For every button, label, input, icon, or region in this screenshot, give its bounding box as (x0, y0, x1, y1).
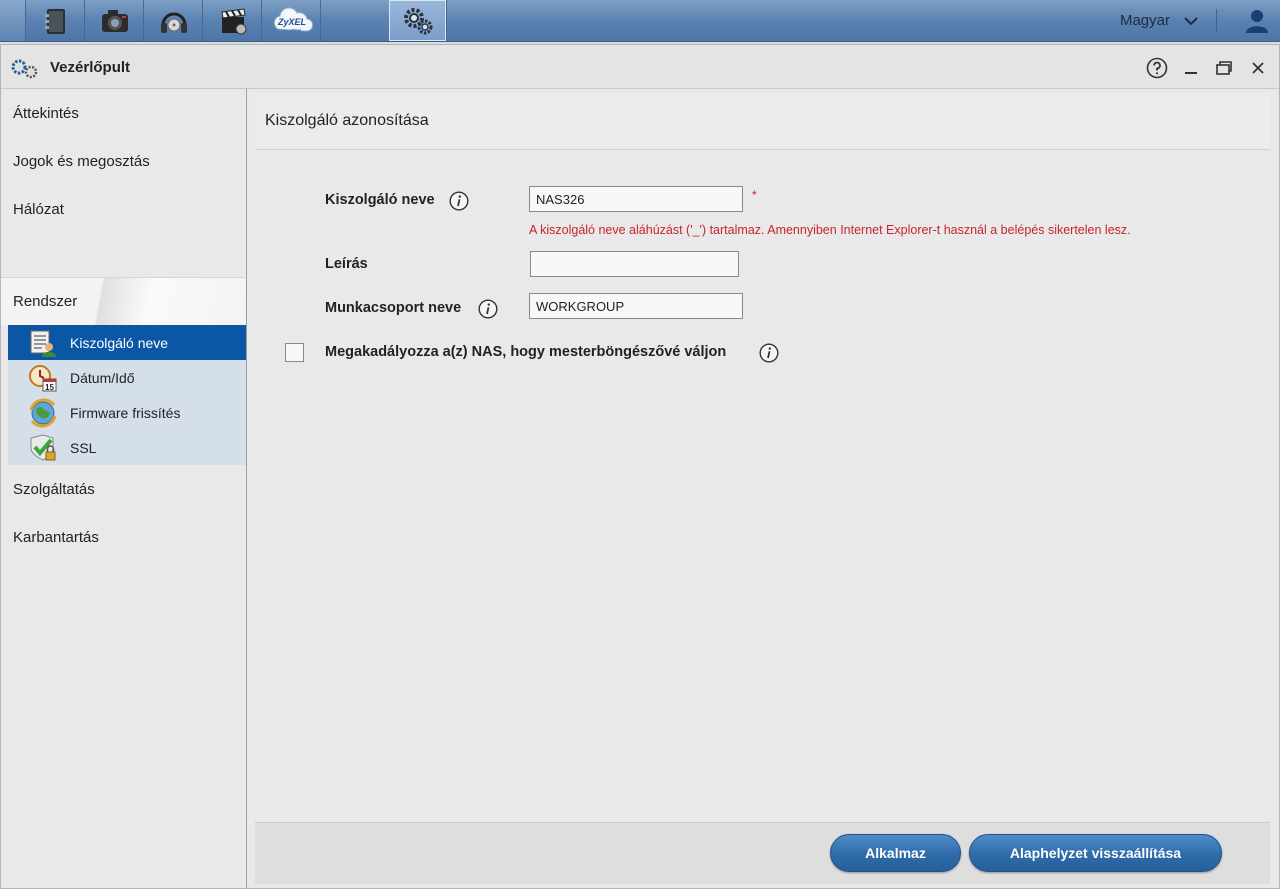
maximize-button[interactable] (1213, 57, 1235, 79)
workgroup-label: Munkacsoport neve (325, 300, 462, 316)
server-name-icon (30, 330, 56, 357)
control-panel-app-button[interactable] (389, 0, 447, 41)
music-app-button[interactable] (145, 0, 203, 41)
user-account-button[interactable] (1234, 0, 1280, 41)
workgroup-input[interactable] (529, 293, 743, 319)
sidebar-item-label: Hálózat (13, 200, 64, 218)
zyxel-cloud-app-button[interactable]: ZyXEL cloud (263, 0, 321, 41)
help-button[interactable] (1146, 57, 1168, 79)
sidebar-item-system[interactable]: Rendszer (1, 277, 246, 325)
window-titlebar: Vezérlőpult (1, 45, 1279, 89)
sidebar-item-label: Jogok és megosztás (13, 152, 150, 170)
system-submenu: Kiszolgáló neve 15 Dátum/Idő Firmware fr… (8, 325, 246, 465)
submenu-item-label: Kiszolgáló neve (70, 334, 169, 351)
sidebar-item-label: Áttekintés (13, 104, 79, 122)
top-app-bar: ZyXEL cloud Magyar (0, 0, 1280, 42)
svg-text:cloud: cloud (291, 27, 301, 32)
info-icon[interactable] (449, 191, 469, 211)
sidebar-item-overview[interactable]: Áttekintés (1, 89, 246, 137)
description-input[interactable] (530, 251, 739, 277)
user-icon (1246, 9, 1268, 33)
control-panel-window: Vezérlőpult Áttekintés Jogok és megosztá… (0, 44, 1280, 889)
server-name-label: Kiszolgáló neve (325, 192, 435, 208)
file-browser-app-button[interactable] (27, 0, 85, 41)
photo-app-button[interactable] (86, 0, 144, 41)
required-marker: * (752, 188, 757, 202)
close-icon (1252, 62, 1264, 74)
sidebar-item-network[interactable]: Hálózat (1, 185, 246, 233)
camera-icon (101, 9, 128, 32)
svg-text:ZyXEL: ZyXEL (276, 17, 305, 27)
submenu-item-date-time[interactable]: 15 Dátum/Idő (8, 360, 246, 395)
submenu-item-server-name[interactable]: Kiszolgáló neve (8, 325, 246, 360)
sidebar-item-label: Szolgáltatás (13, 480, 95, 498)
sidebar-item-label: Karbantartás (13, 528, 99, 546)
phone-book-icon (44, 8, 65, 34)
language-selector[interactable]: Magyar (1120, 0, 1198, 41)
topbar-divider (1216, 9, 1217, 33)
info-icon[interactable] (478, 299, 498, 319)
submenu-item-label: Firmware frissítés (70, 404, 181, 421)
description-label: Leírás (325, 256, 368, 272)
sidebar-item-services[interactable]: Szolgáltatás (1, 465, 246, 513)
ssl-shield-icon (30, 434, 56, 461)
svg-text:15: 15 (45, 383, 54, 392)
master-browser-checkbox[interactable] (285, 343, 304, 362)
section-title: Kiszolgáló azonosítása (255, 93, 1270, 150)
close-button[interactable] (1247, 57, 1269, 79)
apply-button[interactable]: Alkalmaz (830, 834, 961, 872)
chevron-down-icon (1184, 16, 1198, 25)
minimize-icon (1185, 72, 1197, 74)
info-icon[interactable] (759, 343, 779, 363)
main-content: Kiszolgáló azonosítása Kiszolgáló neve *… (247, 89, 1279, 888)
help-icon (1146, 57, 1168, 79)
calendar-clock-icon: 15 (29, 365, 57, 392)
firmware-update-icon (29, 398, 57, 428)
sidebar-item-maintenance[interactable]: Karbantartás (1, 513, 246, 561)
app-bar-edge (0, 0, 26, 41)
server-name-warning: A kiszolgáló neve aláhúzást ('_') tartal… (529, 223, 1131, 237)
submenu-item-ssl[interactable]: SSL (8, 430, 246, 465)
submenu-item-firmware-update[interactable]: Firmware frissítés (8, 395, 246, 430)
film-clapper-icon (220, 7, 246, 34)
server-name-input[interactable] (529, 186, 743, 212)
gears-icon (11, 59, 38, 79)
action-bar: Alkalmaz Alaphelyzet visszaállítása (255, 822, 1270, 884)
sidebar-item-label: Rendszer (13, 293, 78, 310)
restore-icon (1216, 61, 1232, 75)
zyxel-cloud-icon: ZyXEL cloud (273, 7, 313, 32)
submenu-item-label: Dátum/Idő (70, 369, 135, 386)
language-label: Magyar (1119, 12, 1170, 29)
video-app-button[interactable] (204, 0, 262, 41)
master-browser-label: Megakadályozza a(z) NAS, hogy mesterböng… (325, 344, 727, 360)
gears-icon (403, 7, 432, 34)
minimize-button[interactable] (1180, 57, 1202, 79)
sidebar: Áttekintés Jogok és megosztás Hálózat Re… (1, 89, 247, 888)
headphones-icon (160, 12, 187, 33)
sidebar-item-privileges[interactable]: Jogok és megosztás (1, 137, 246, 185)
window-title: Vezérlőpult (50, 59, 131, 76)
reset-button[interactable]: Alaphelyzet visszaállítása (969, 834, 1222, 872)
submenu-item-label: SSL (70, 439, 97, 456)
